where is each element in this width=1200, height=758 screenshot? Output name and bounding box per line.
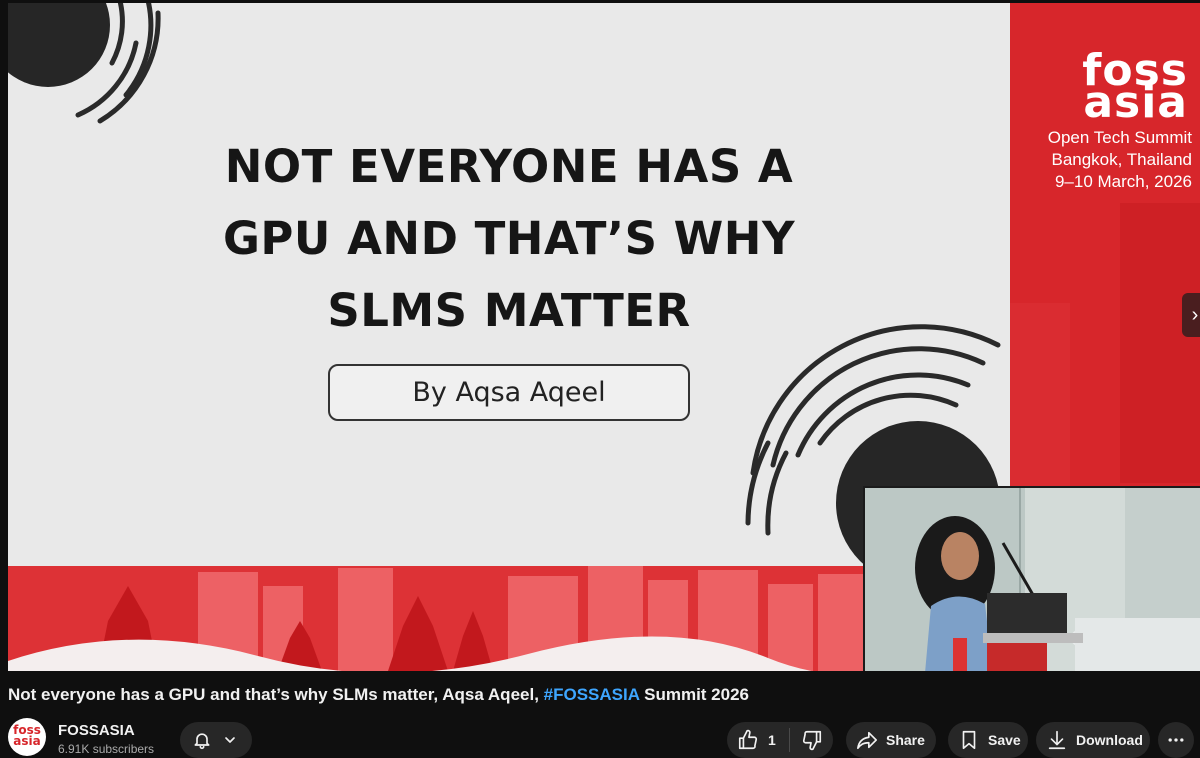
event-location: Bangkok, Thailand xyxy=(1051,150,1192,169)
notifications-button[interactable] xyxy=(180,722,252,758)
title-text: Not everyone has a GPU and that’s why SL… xyxy=(8,685,544,704)
hashtag-link[interactable]: #FOSSASIA xyxy=(544,685,640,704)
slide-title-line: NOT EVERYONE HAS A xyxy=(224,140,794,193)
save-label: Save xyxy=(988,732,1021,748)
fossasia-logo: foss asia xyxy=(1028,49,1188,128)
share-label: Share xyxy=(886,732,925,748)
like-dislike-group: 1 xyxy=(727,722,833,758)
event-name: Open Tech Summit xyxy=(1047,128,1192,147)
like-button[interactable]: 1 xyxy=(727,722,789,758)
download-label: Download xyxy=(1076,732,1143,748)
bookmark-icon xyxy=(962,730,976,750)
share-icon xyxy=(857,731,877,750)
share-button[interactable]: Share xyxy=(846,722,936,758)
more-horizontal-icon xyxy=(1168,738,1184,742)
slide-title-line: GPU AND THAT’S WHY xyxy=(222,212,796,265)
download-icon xyxy=(1048,730,1066,750)
logo-text: asia xyxy=(1083,77,1188,128)
thumbs-down-icon xyxy=(802,730,821,751)
slide-byline: By Aqsa Aqeel xyxy=(328,364,690,421)
slide-title: NOT EVERYONE HAS A GPU AND THAT’S WHY SL… xyxy=(8,131,1010,347)
video-title: Not everyone has a GPU and that’s why SL… xyxy=(8,685,749,705)
dislike-button[interactable] xyxy=(790,722,833,758)
channel-avatar[interactable]: foss asia xyxy=(8,718,46,756)
thumbs-up-icon xyxy=(738,729,758,750)
speaker-camera-overlay xyxy=(863,486,1200,671)
download-button[interactable]: Download xyxy=(1036,722,1150,758)
like-count: 1 xyxy=(768,732,776,748)
more-actions-button[interactable] xyxy=(1158,722,1194,758)
channel-name[interactable]: FOSSASIA xyxy=(58,722,135,739)
avatar-logo: foss asia xyxy=(8,724,46,748)
bell-icon xyxy=(194,733,210,750)
save-button[interactable]: Save xyxy=(948,722,1028,758)
bangkok-skyline-graphic xyxy=(8,566,1010,671)
chevron-down-icon xyxy=(225,737,235,743)
chevron-right-icon[interactable]: › xyxy=(1182,293,1200,337)
video-player[interactable]: NOT EVERYONE HAS A GPU AND THAT’S WHY SL… xyxy=(8,3,1200,671)
presentation-slide: NOT EVERYONE HAS A GPU AND THAT’S WHY SL… xyxy=(8,3,1010,671)
event-info: Open Tech Summit Bangkok, Thailand 9–10 … xyxy=(1010,127,1192,193)
event-dates: 9–10 March, 2026 xyxy=(1054,172,1192,191)
slide-title-line: SLMS MATTER xyxy=(327,284,691,337)
avatar-logo-text: asia xyxy=(13,734,41,748)
title-text-end: Summit 2026 xyxy=(639,685,749,704)
speaker-scene xyxy=(865,488,1200,671)
subscriber-count: 6.91K subscribers xyxy=(58,742,155,756)
